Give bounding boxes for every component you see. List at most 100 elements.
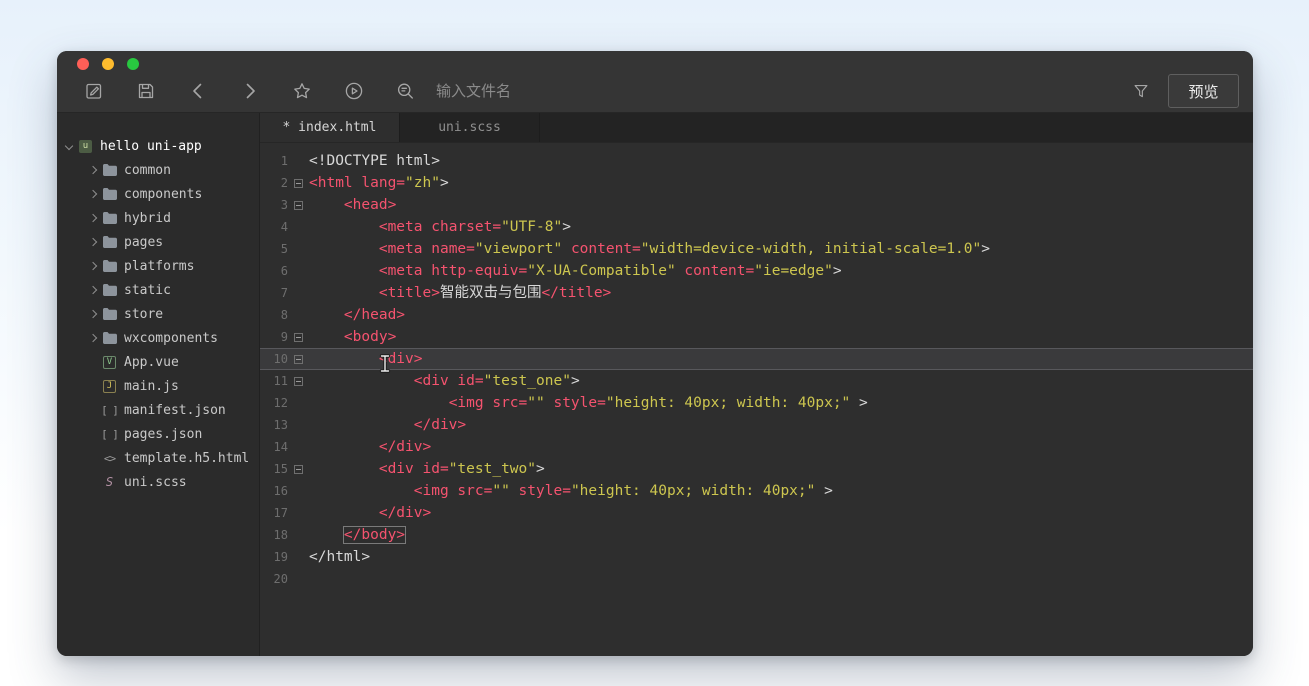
tree-item-folder-pages[interactable]: pages: [57, 230, 259, 254]
fold-toggle-icon[interactable]: [294, 376, 303, 386]
tree-item-folder-common[interactable]: common: [57, 158, 259, 182]
line-number: 20: [273, 572, 288, 586]
tree-item-folder-static[interactable]: static: [57, 278, 259, 302]
line-number: 16: [273, 484, 288, 498]
tree-item-file-main.js[interactable]: Jmain.js: [57, 374, 259, 398]
tree-item-folder-wxcomponents[interactable]: wxcomponents: [57, 326, 259, 350]
tree-item-file-manifest.json[interactable]: [ ] manifest.json: [57, 398, 259, 422]
chevron-right-icon[interactable]: [86, 333, 100, 343]
tree-item-file-App.vue[interactable]: V App.vue: [57, 350, 259, 374]
toolbar-right-icons: [1130, 81, 1151, 102]
folder-icon: [100, 236, 119, 248]
fold-toggle-icon[interactable]: [294, 178, 303, 188]
code-line-10[interactable]: 10 <div>: [260, 348, 1253, 370]
tree-item-label: manifest.json: [124, 402, 226, 418]
tree-item-label: wxcomponents: [124, 330, 218, 346]
code-line-16[interactable]: 16 <img src="" style="height: 40px; widt…: [260, 480, 1253, 502]
code-line-1[interactable]: 1 <!DOCTYPE html>: [260, 150, 1253, 172]
tree-item-folder-hybrid[interactable]: hybrid: [57, 206, 259, 230]
scss-file-icon: S: [105, 475, 114, 489]
line-number: 7: [280, 286, 288, 300]
chevron-right-icon[interactable]: [86, 213, 100, 223]
tree-item-folder-platforms[interactable]: platforms: [57, 254, 259, 278]
tree-item-file-template.h5.html[interactable]: <> template.h5.html: [57, 446, 259, 470]
chevron-right-icon[interactable]: [86, 165, 100, 175]
code-editor[interactable]: 1 <!DOCTYPE html> 2 <html lang="zh"> 3 <head…: [260, 143, 1253, 656]
chevron-right-icon[interactable]: [86, 309, 100, 319]
minimize-button[interactable]: [102, 58, 114, 70]
tree-item-label: hello uni-app: [100, 138, 202, 154]
search-input[interactable]: [436, 82, 756, 100]
fold-toggle-icon[interactable]: [294, 332, 303, 342]
fold-cell: [288, 332, 309, 342]
code-line-17[interactable]: 17 </div>: [260, 502, 1253, 524]
code-line-3[interactable]: 3 <head>: [260, 194, 1253, 216]
code-line-19[interactable]: 19 </html>: [260, 546, 1253, 568]
code-line-15[interactable]: 15 <div id="test_two">: [260, 458, 1253, 480]
fold-toggle-icon[interactable]: [294, 464, 303, 474]
folder-icon: [100, 164, 119, 176]
run-icon[interactable]: [343, 81, 364, 102]
line-number: 1: [280, 154, 288, 168]
code-line-9[interactable]: 9 <body>: [260, 326, 1253, 348]
code-line-12[interactable]: 12 <img src="" style="height: 40px; widt…: [260, 392, 1253, 414]
json-file-icon: [ ]: [101, 403, 119, 417]
chevron-right-icon[interactable]: [86, 237, 100, 247]
tree-item-file-pages.json[interactable]: [ ] pages.json: [57, 422, 259, 446]
code-line-13[interactable]: 13 </div>: [260, 414, 1253, 436]
star-icon[interactable]: [291, 81, 312, 102]
code-line-18[interactable]: 18 </body>: [260, 524, 1253, 546]
back-icon[interactable]: [187, 81, 208, 102]
tree-item-folder-components[interactable]: components: [57, 182, 259, 206]
tree-item-file-uni.scss[interactable]: Suni.scss: [57, 470, 259, 494]
line-number: 11: [273, 374, 288, 388]
line-number: 4: [280, 220, 288, 234]
file-tree: u hello uni-app common components hybrid page…: [57, 113, 260, 656]
fold-toggle-icon[interactable]: [294, 354, 303, 364]
code-line-11[interactable]: 11 <div id="test_one">: [260, 370, 1253, 392]
tab-uni.scss[interactable]: uni.scss: [400, 113, 540, 142]
chevron-right-icon[interactable]: [86, 189, 100, 199]
editor-window: 预览 u hello uni-app common components hybrid p…: [57, 51, 1253, 656]
code-line-6[interactable]: 6 <meta http-equiv="X-UA-Compatible" con…: [260, 260, 1253, 282]
tab-index.html[interactable]: * index.html: [260, 113, 400, 142]
forward-icon[interactable]: [239, 81, 260, 102]
code-line-8[interactable]: 8 </head>: [260, 304, 1253, 326]
zoom-button[interactable]: [127, 58, 139, 70]
line-number: 18: [273, 528, 288, 542]
fold-toggle-icon[interactable]: [294, 200, 303, 210]
line-number: 3: [280, 198, 288, 212]
code-text: </div>: [413, 417, 467, 433]
code-text: <meta name="viewport" content="width=dev…: [378, 241, 990, 257]
toolbar-right: 预览: [1130, 74, 1239, 108]
code-line-2[interactable]: 2 <html lang="zh">: [260, 172, 1253, 194]
close-button[interactable]: [77, 58, 89, 70]
toolbar-row: 预览: [57, 70, 1253, 112]
chevron-right-icon[interactable]: [86, 285, 100, 295]
tree-item-label: hybrid: [124, 210, 171, 226]
code-line-4[interactable]: 4 <meta charset="UTF-8">: [260, 216, 1253, 238]
code-line-5[interactable]: 5 <meta name="viewport" content="width=d…: [260, 238, 1253, 260]
preview-button[interactable]: 预览: [1168, 74, 1239, 108]
fold-cell: [288, 464, 309, 474]
code-line-7[interactable]: 7 <title>智能双击与包围</title>: [260, 282, 1253, 304]
line-number: 17: [273, 506, 288, 520]
filter-icon[interactable]: [1130, 81, 1151, 102]
code-text: <img src="" style="height: 40px; width: …: [413, 483, 833, 499]
code-line-14[interactable]: 14 </div>: [260, 436, 1253, 458]
fold-cell: [288, 354, 309, 364]
chevron-down-icon[interactable]: [62, 141, 76, 151]
tree-item-folder-store[interactable]: store: [57, 302, 259, 326]
find-file-icon[interactable]: [395, 81, 416, 102]
fold-cell: [288, 376, 309, 386]
tree-item-root[interactable]: u hello uni-app: [57, 134, 259, 158]
new-file-icon[interactable]: [83, 81, 104, 102]
json-file-icon: [ ]: [101, 427, 119, 441]
save-icon[interactable]: [135, 81, 156, 102]
folder-icon: [100, 332, 119, 344]
line-number: 12: [273, 396, 288, 410]
tree-item-label: template.h5.html: [124, 450, 250, 466]
folder-icon: [100, 260, 119, 272]
chevron-right-icon[interactable]: [86, 261, 100, 271]
code-line-20[interactable]: 20: [260, 568, 1253, 590]
